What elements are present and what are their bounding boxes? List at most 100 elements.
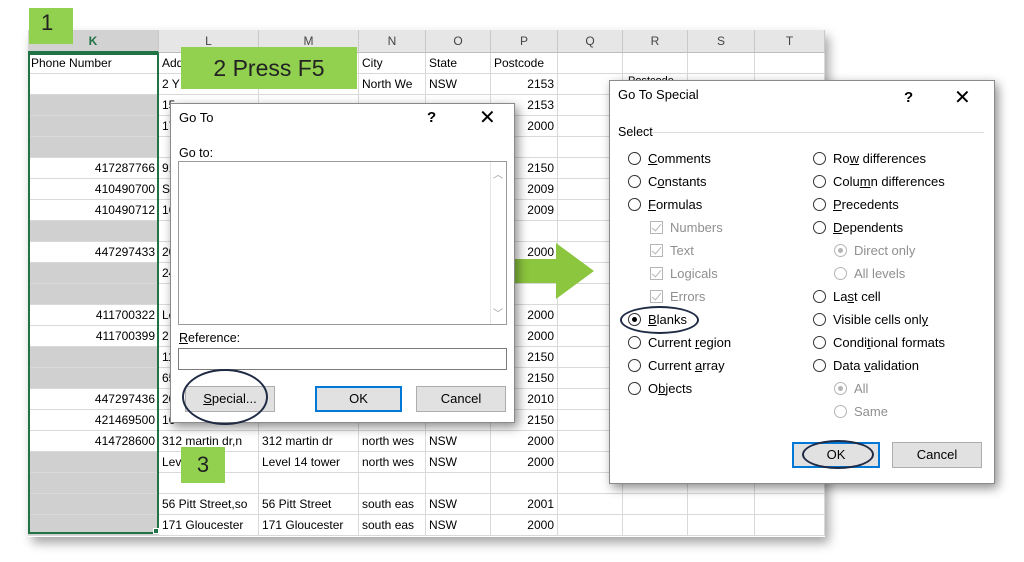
option-all-levels[interactable]: All levels — [834, 264, 905, 284]
sheet-cell[interactable] — [688, 494, 755, 515]
option-conditional-formats[interactable]: Conditional formats — [813, 333, 945, 353]
sheet-cell[interactable] — [426, 473, 491, 494]
checkbox-numbers[interactable]: Numbers — [650, 218, 723, 238]
sheet-cell[interactable] — [28, 74, 159, 95]
option-direct-only[interactable]: Direct only — [834, 241, 915, 261]
sheet-cell[interactable]: NSW — [426, 515, 491, 536]
sheet-cell[interactable]: NSW — [426, 494, 491, 515]
goto-help-button[interactable]: ? — [427, 109, 436, 126]
header-state[interactable]: State — [426, 53, 491, 74]
sheet-cell[interactable] — [359, 473, 426, 494]
sheet-cell[interactable]: north wes — [359, 431, 426, 452]
sheet-cell[interactable]: 410490700 — [28, 179, 159, 200]
sheet-cell[interactable] — [688, 515, 755, 536]
option-precedents[interactable]: Precedents — [813, 195, 899, 215]
header-city[interactable]: City — [359, 53, 426, 74]
sheet-cell[interactable]: 414728600 — [28, 431, 159, 452]
sheet-cell[interactable]: NSW — [426, 452, 491, 473]
sheet-cell[interactable]: 447297436 — [28, 389, 159, 410]
header-r[interactable] — [623, 53, 688, 74]
sheet-cell[interactable] — [259, 473, 359, 494]
goto-cancel-button[interactable]: Cancel — [416, 386, 506, 412]
option-visible-cells-only[interactable]: Visible cells only — [813, 310, 928, 330]
column-header-s[interactable]: S — [688, 30, 755, 53]
goto-list[interactable]: ︿ ﹀ — [178, 161, 507, 325]
option-row-differences[interactable]: Row differences — [813, 149, 926, 169]
sheet-cell[interactable] — [28, 221, 159, 242]
goto-list-scrollbar[interactable]: ︿ ﹀ — [490, 162, 506, 324]
sheet-cell[interactable]: NSW — [426, 74, 491, 95]
sheet-cell[interactable] — [755, 515, 825, 536]
goto-special-help-button[interactable]: ? — [904, 89, 913, 106]
fill-handle[interactable] — [153, 528, 159, 534]
sheet-cell[interactable] — [623, 494, 688, 515]
option-validation-same[interactable]: Same — [834, 402, 888, 422]
sheet-cell[interactable]: North We — [359, 74, 426, 95]
column-header-p[interactable]: P — [491, 30, 558, 53]
sheet-cell[interactable] — [623, 515, 688, 536]
option-current-array[interactable]: Current array — [628, 356, 725, 376]
sheet-cell[interactable] — [755, 494, 825, 515]
sheet-cell[interactable]: 171 Gloucester — [259, 515, 359, 536]
sheet-cell[interactable]: south eas — [359, 494, 426, 515]
sheet-cell[interactable]: 2001 — [491, 494, 558, 515]
sheet-cell[interactable] — [558, 515, 623, 536]
option-current-region[interactable]: Current region — [628, 333, 731, 353]
sheet-cell[interactable]: Level 14 tower — [259, 452, 359, 473]
option-formulas[interactable]: Formulas — [628, 195, 702, 215]
sheet-cell[interactable] — [28, 137, 159, 158]
option-data-validation[interactable]: Data validation — [813, 356, 919, 376]
sheet-cell[interactable] — [28, 368, 159, 389]
checkbox-errors[interactable]: Errors — [650, 287, 705, 307]
header-q[interactable] — [558, 53, 623, 74]
sheet-cell[interactable]: 421469500 — [28, 410, 159, 431]
option-validation-all[interactable]: All — [834, 379, 868, 399]
sheet-cell[interactable]: 2153 — [491, 74, 558, 95]
sheet-cell[interactable]: 2000 — [491, 452, 558, 473]
sheet-cell[interactable] — [28, 452, 159, 473]
sheet-cell[interactable] — [28, 473, 159, 494]
sheet-cell[interactable]: south eas — [359, 515, 426, 536]
scroll-up-icon[interactable]: ︿ — [493, 166, 503, 181]
sheet-cell[interactable]: 447297433 — [28, 242, 159, 263]
sheet-cell[interactable]: 312 martin dr — [259, 431, 359, 452]
option-last-cell[interactable]: Last cell — [813, 287, 881, 307]
sheet-cell[interactable] — [28, 347, 159, 368]
header-t[interactable] — [755, 53, 825, 74]
sheet-cell[interactable] — [28, 116, 159, 137]
column-header-o[interactable]: O — [426, 30, 491, 53]
sheet-cell[interactable]: 56 Pitt Street,so — [159, 494, 259, 515]
sheet-cell[interactable] — [28, 515, 159, 536]
option-column-differences[interactable]: Column differences — [813, 172, 945, 192]
sheet-cell[interactable]: 411700399 — [28, 326, 159, 347]
sheet-cell[interactable]: 410490712 — [28, 200, 159, 221]
sheet-cell[interactable]: 2000 — [491, 431, 558, 452]
checkbox-logicals[interactable]: Logicals — [650, 264, 718, 284]
header-s[interactable] — [688, 53, 755, 74]
sheet-cell[interactable] — [28, 95, 159, 116]
goto-close-icon[interactable]: ✕ — [479, 108, 496, 128]
column-header-t[interactable]: T — [755, 30, 825, 53]
header-phone-number[interactable]: Phone Number — [28, 53, 159, 74]
sheet-cell[interactable]: 56 Pitt Street — [259, 494, 359, 515]
column-header-n[interactable]: N — [359, 30, 426, 53]
sheet-cell[interactable] — [28, 494, 159, 515]
option-dependents[interactable]: Dependents — [813, 218, 903, 238]
sheet-cell[interactable] — [558, 494, 623, 515]
sheet-cell[interactable]: north wes — [359, 452, 426, 473]
sheet-cell[interactable]: 2000 — [491, 515, 558, 536]
option-comments[interactable]: Comments — [628, 149, 711, 169]
goto-special-close-icon[interactable]: ✕ — [954, 88, 971, 108]
column-header-q[interactable]: Q — [558, 30, 623, 53]
scroll-down-icon[interactable]: ﹀ — [493, 305, 503, 320]
sheet-cell[interactable] — [28, 263, 159, 284]
option-objects[interactable]: Objects — [628, 379, 692, 399]
sheet-cell[interactable]: 171 Gloucester — [159, 515, 259, 536]
sheet-cell[interactable]: 417287766 — [28, 158, 159, 179]
header-postcode[interactable]: Postcode — [491, 53, 558, 74]
sheet-cell[interactable]: 411700322 — [28, 305, 159, 326]
sheet-cell[interactable]: NSW — [426, 431, 491, 452]
reference-input[interactable] — [178, 348, 507, 370]
checkbox-text[interactable]: Text — [650, 241, 694, 261]
option-constants[interactable]: Constants — [628, 172, 707, 192]
